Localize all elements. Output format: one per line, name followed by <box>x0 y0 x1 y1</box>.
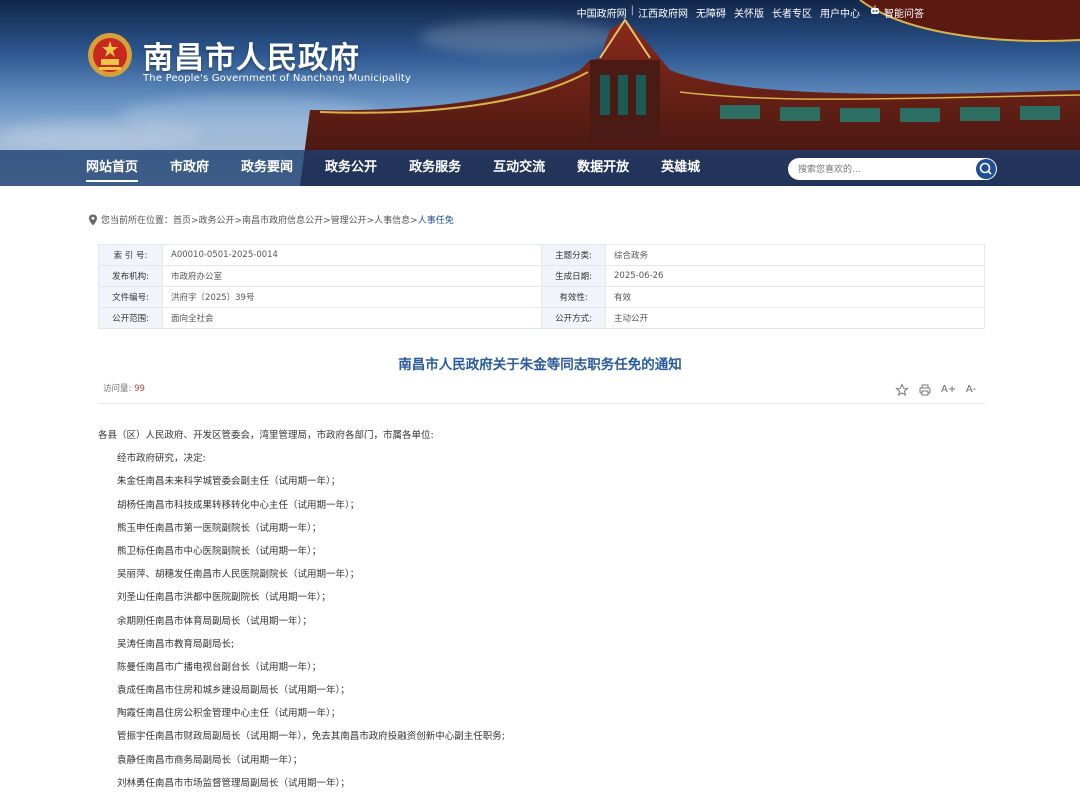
article-paragraph: 陈曼任南昌市广播电视台副台长（试用期一年）； <box>117 661 322 673</box>
meta-label: 文件编号: <box>98 286 163 308</box>
cloud-decoration <box>0 120 200 150</box>
visit-counter: 访问量: 99 <box>103 382 145 394</box>
article-paragraph: 经市政府研究，决定: <box>117 453 206 465</box>
article-paragraph: 吴涛任南昌市教育局副局长; <box>117 638 235 650</box>
breadcrumb-current[interactable]: 人事任免 <box>418 213 454 226</box>
site-title[interactable]: 南昌市人民政府 <box>143 33 360 77</box>
meta-value: 主动公开 <box>605 307 985 329</box>
nav-item-services[interactable]: 政务服务 <box>409 150 461 186</box>
article-paragraph: 袁成任南昌市住房和城乡建设局副局长（试用期一年）； <box>117 685 350 697</box>
top-link[interactable]: 用户中心 <box>816 5 864 20</box>
search-input[interactable] <box>796 161 980 179</box>
meta-value: 洪府字〔2025〕39号 <box>162 286 542 308</box>
font-decrease-button[interactable]: A- <box>964 383 978 397</box>
location-pin-icon <box>89 214 97 225</box>
search-button[interactable] <box>976 159 996 179</box>
table-row: 公开范围: 面向全社会 公开方式: 主动公开 <box>98 307 985 329</box>
site-header: 中国政府网 | 江西政府网 无障碍 关怀版 长者专区 用户中心 智能问答 南昌市人… <box>0 0 1080 186</box>
robot-icon[interactable] <box>870 5 880 20</box>
top-links: 中国政府网 | 江西政府网 无障碍 关怀版 长者专区 用户中心 智能问答 <box>573 5 928 20</box>
article-paragraph: 熊玉申任南昌市第一医院副院长（试用期一年）； <box>117 522 322 534</box>
article-paragraph: 吴丽萍、胡穗发任南昌市人民医院副院长（试用期一年）； <box>117 569 360 581</box>
meta-value: 面向全社会 <box>162 307 542 329</box>
article-paragraph: 刘林勇任南昌市市场监督管理局副局长（试用期一年）； <box>117 777 350 789</box>
meta-value: A00010-0501-2025-0014 <box>162 244 542 266</box>
visit-label: 访问量: <box>103 384 132 394</box>
article-tools: A+ A- <box>895 383 978 397</box>
table-row: 文件编号: 洪府字〔2025〕39号 有效性: 有效 <box>98 286 985 308</box>
nav-item-hero-city[interactable]: 英雄城 <box>661 150 700 186</box>
article-body: 各县（区）人民政府、开发区管委会，湾里管理局，市政府各部门，市属各单位: 经市政… <box>98 428 505 799</box>
article-paragraph: 朱金任南昌未来科学城管委会副主任（试用期一年）； <box>117 476 341 488</box>
nav-item-home[interactable]: 网站首页 <box>86 150 139 186</box>
article-title: 南昌市人民政府关于朱金等同志职务任免的通知 <box>398 357 682 373</box>
top-link[interactable]: 长者专区 <box>768 5 816 20</box>
ai-qa-link[interactable]: 智能问答 <box>880 5 928 20</box>
breadcrumb-prefix: 您当前所在位置： <box>101 216 174 226</box>
nav-item-open-government[interactable]: 政务公开 <box>325 150 377 186</box>
breadcrumb-path[interactable]: 首页>政务公开>南昌市政府信息公开>管理公开>人事信息> <box>173 213 418 226</box>
meta-label: 主题分类: <box>541 244 606 266</box>
nav-item-city-government[interactable]: 市政府 <box>170 150 209 186</box>
top-link[interactable]: 关怀版 <box>730 5 768 20</box>
meta-label: 公开方式: <box>541 307 606 329</box>
meta-label: 公开范围: <box>98 307 163 329</box>
search-icon <box>979 162 992 175</box>
meta-value: 有效 <box>605 286 985 308</box>
print-icon[interactable] <box>918 383 932 397</box>
favorite-star-icon[interactable] <box>895 383 909 397</box>
nav-item-interaction[interactable]: 互动交流 <box>493 150 545 186</box>
article-paragraph: 各县（区）人民政府、开发区管委会，湾里管理局，市政府各部门，市属各单位: <box>98 430 434 441</box>
link-separator: | <box>630 5 634 16</box>
meta-label: 索 引 号: <box>98 244 163 266</box>
search-box <box>788 158 997 180</box>
article-paragraph: 管振宇任南昌市财政局副局长（试用期一年），免去其南昌市政府投融资创新中心副主任职… <box>117 731 505 743</box>
national-emblem-logo[interactable] <box>86 31 134 79</box>
article-paragraph: 熊卫标任南昌市中心医院副院长（试用期一年）； <box>117 545 322 557</box>
site-subtitle: The People's Government of Nanchang Muni… <box>143 73 412 84</box>
meta-label: 生成日期: <box>541 265 606 287</box>
table-row: 发布机构: 市政府办公室 生成日期: 2025-06-26 <box>98 265 985 287</box>
visit-count: 99 <box>134 384 145 394</box>
meta-label: 发布机构: <box>98 265 163 287</box>
meta-value: 综合政务 <box>605 244 985 266</box>
table-row: 索 引 号: A00010-0501-2025-0014 主题分类: 综合政务 <box>98 244 985 266</box>
meta-value: 市政府办公室 <box>162 265 542 287</box>
document-meta-table: 索 引 号: A00010-0501-2025-0014 主题分类: 综合政务 … <box>98 244 985 329</box>
top-link[interactable]: 中国政府网 <box>573 5 631 20</box>
nav-item-open-data[interactable]: 数据开放 <box>577 150 629 186</box>
top-link[interactable]: 江西政府网 <box>634 5 692 20</box>
meta-value: 2025-06-26 <box>605 265 985 287</box>
article-paragraph: 胡杨任南昌市科技成果转移转化中心主任（试用期一年）； <box>117 499 360 511</box>
article-paragraph: 袁静任南昌市商务局副局长（试用期一年）； <box>117 754 303 766</box>
font-increase-button[interactable]: A+ <box>941 383 956 397</box>
main-nav: 网站首页 市政府 政务要闻 政务公开 政务服务 互动交流 数据开放 英雄城 <box>86 150 732 186</box>
article-paragraph: 陶霞任南昌住房公积金管理中心主任（试用期一年）； <box>117 708 341 720</box>
article-paragraph: 余期刚任南昌市体育局副局长（试用期一年）； <box>117 615 312 627</box>
breadcrumb: 您当前所在位置： 首页>政务公开>南昌市政府信息公开>管理公开>人事信息> 人事… <box>88 213 454 226</box>
top-link[interactable]: 无障碍 <box>692 5 730 20</box>
meta-label: 有效性: <box>541 286 606 308</box>
article-paragraph: 刘圣山任南昌市洪都中医院副院长（试用期一年）； <box>117 592 331 604</box>
nav-item-news[interactable]: 政务要闻 <box>241 150 293 186</box>
divider <box>98 403 985 404</box>
